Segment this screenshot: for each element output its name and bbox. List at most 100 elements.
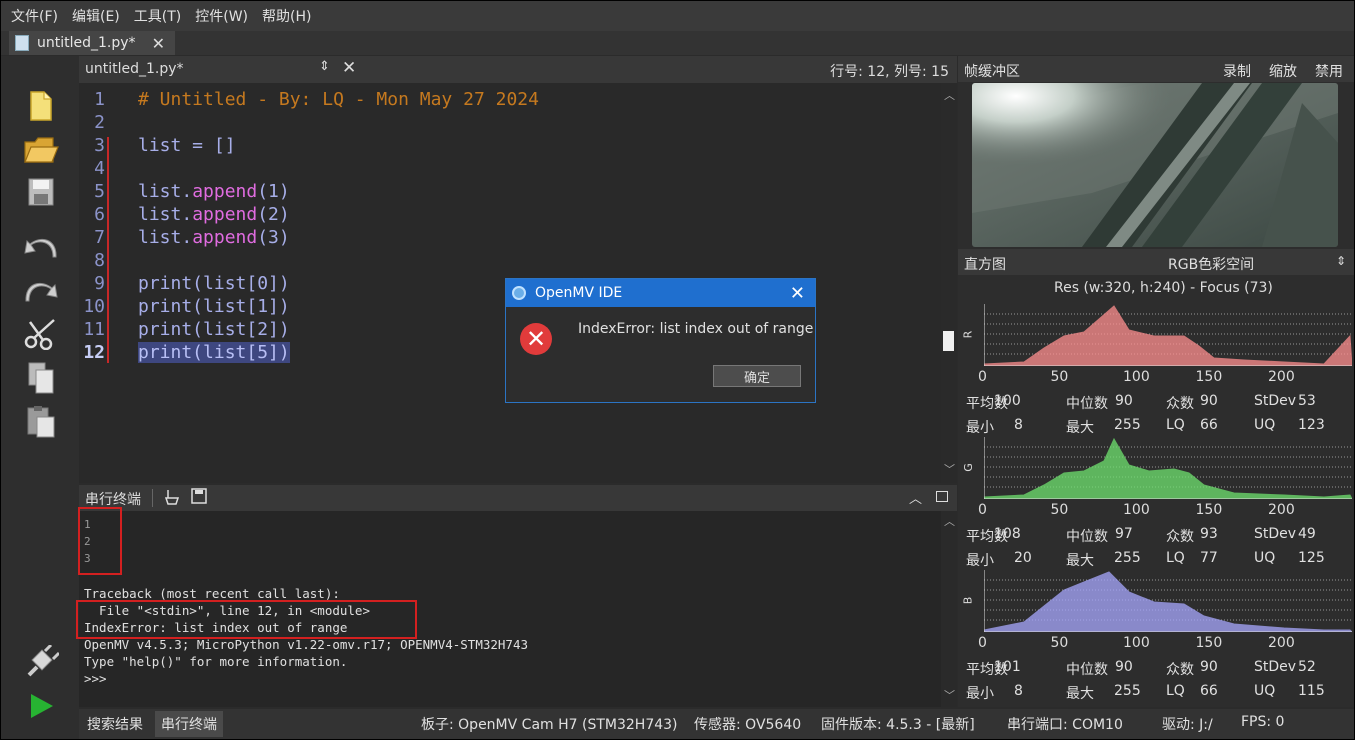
line-number: 5 [94, 181, 105, 202]
cut-button[interactable] [23, 316, 59, 352]
editor-filename[interactable]: untitled_1.py* [85, 61, 184, 77]
stat-max-label: 最大 [1066, 686, 1094, 702]
menu-edit[interactable]: 编辑(E) [72, 6, 120, 26]
copy-icon [28, 362, 54, 394]
save-log-icon[interactable] [191, 488, 207, 508]
line-number: 3 [94, 135, 105, 156]
histogram-plot [984, 437, 1352, 499]
stat-mode: 90 [1200, 659, 1218, 675]
scroll-down-icon[interactable]: ﹀ [944, 687, 955, 703]
dialog-close-icon[interactable]: ✕ [790, 283, 805, 304]
connect-button[interactable] [23, 644, 59, 680]
redo-button[interactable] [23, 272, 59, 308]
new-file-icon [30, 91, 52, 121]
code-line-3: list = [] [138, 135, 236, 156]
error-icon: ✕ [520, 323, 552, 355]
axis-tick-label: 50 [1050, 502, 1069, 518]
new-file-button[interactable] [23, 88, 59, 124]
stat-stdev-label: StDev [1254, 659, 1297, 675]
tab-search-results[interactable]: 搜索结果 [81, 711, 149, 737]
undo-icon [24, 238, 57, 258]
code-token: (3) [257, 227, 290, 248]
axis-tick-label: 150 [1195, 502, 1223, 518]
float-terminal-icon[interactable] [936, 491, 948, 502]
code-line-10: print(list[1]) [138, 296, 290, 317]
scroll-up-icon[interactable]: ︿ [944, 513, 955, 529]
disable-button[interactable]: 禁用 [1315, 61, 1343, 81]
file-switch-icon[interactable]: ⇕ [319, 59, 330, 74]
stat-median-label: 中位数 [1066, 529, 1108, 545]
code-line-12-selected: print(list[5]) [138, 342, 290, 363]
dialog-title: OpenMV IDE [535, 285, 623, 301]
menu-tools[interactable]: 工具(T) [134, 6, 181, 26]
axis-tick-label: 0 [978, 635, 987, 651]
highlight-box [76, 600, 417, 639]
dialog-message: IndexError: list index out of range [578, 321, 814, 337]
dialog-titlebar: OpenMV IDE ✕ [506, 279, 815, 307]
frame-buffer-image [972, 83, 1338, 247]
axis-tick-label: 150 [1195, 369, 1223, 385]
menu-widgets[interactable]: 控件(W) [195, 6, 248, 26]
serial-terminal-header: 串行终端 ︿ [79, 485, 957, 511]
histogram-b: B 0 50 100 150 200 平均数 101 中位数 90 众数 90 StDev 52 最小 8 最大… [958, 562, 1354, 702]
scroll-down-icon[interactable]: ﹀ [944, 461, 955, 477]
clear-terminal-icon[interactable] [164, 488, 180, 510]
axis-tick-label: 100 [1123, 635, 1150, 651]
line-number: 11 [83, 319, 105, 340]
divider [152, 489, 153, 507]
channel-label: G [961, 463, 975, 472]
line-number: 8 [94, 250, 105, 271]
maximize-terminal-icon[interactable]: ︿ [909, 488, 922, 507]
histogram-header: 直方图 RGB色彩空间 ⇕ [958, 249, 1354, 275]
stat-median: 90 [1115, 659, 1133, 675]
undo-button[interactable] [23, 228, 59, 264]
stat-mode-label: 众数 [1166, 396, 1194, 412]
save-button[interactable] [23, 174, 59, 210]
menu-help[interactable]: 帮助(H) [262, 6, 311, 26]
board-info: 板子: OpenMV Cam H7 (STM32H743) [421, 717, 678, 733]
stat-mean: 108 [994, 526, 1021, 542]
stat-stdev: 49 [1298, 526, 1316, 542]
paste-icon [27, 406, 55, 438]
record-button[interactable]: 录制 [1223, 61, 1251, 81]
cursor-position: 行号: 12, 列号: 15 [830, 64, 949, 80]
plug-icon [27, 645, 59, 677]
run-button[interactable] [23, 688, 59, 724]
channel-label: B [961, 596, 975, 605]
highlight-box [78, 507, 122, 575]
zoom-button[interactable]: 缩放 [1269, 61, 1297, 81]
scrollbar-thumb[interactable] [943, 331, 954, 351]
stat-mode-label: 众数 [1166, 662, 1194, 678]
axis-tick-label: 200 [1268, 502, 1295, 518]
stat-stdev-label: StDev [1254, 393, 1297, 409]
tab-serial-terminal[interactable]: 串行终端 [155, 711, 223, 737]
play-icon [31, 694, 53, 718]
close-editor-icon[interactable]: ✕ [342, 58, 356, 78]
code-line-11: print(list[2]) [138, 319, 290, 340]
file-tab[interactable]: untitled_1.py* ✕ [9, 31, 175, 55]
code-token-method: append [192, 227, 258, 248]
stat-lq-label: LQ [1166, 683, 1185, 699]
paste-button[interactable] [23, 404, 59, 440]
code-token: list. [138, 204, 193, 225]
resolution-info: Res (w:320, h:240) - Focus (73) [1054, 280, 1273, 296]
terminal-scrollbar[interactable]: ︿ ﹀ [941, 511, 957, 707]
stat-uq: 115 [1298, 683, 1325, 699]
menu-file[interactable]: 文件(F) [11, 6, 58, 26]
firmware-info[interactable]: 固件版本: 4.5.3 - [最新] [821, 714, 975, 734]
drive-info: 驱动: J:/ [1162, 717, 1213, 733]
copy-button[interactable] [23, 360, 59, 396]
histogram-r: R 0 50 100 150 200 平均数 100 中位数 90 众数 90 StDev 53 最小 8 最大… [958, 296, 1354, 436]
select-arrows-icon[interactable]: ⇕ [1336, 254, 1346, 268]
histogram-g: G 0 50 100 150 200 平均数 108 中位数 97 众数 93 StDev 49 最小 20 最… [958, 429, 1354, 569]
editor-scrollbar[interactable]: ︿ ﹀ [941, 83, 957, 483]
right-panel: 帧缓冲区 录制 缩放 禁用 直方图 RGB色彩空间 ⇕ Res (w:320, … [958, 56, 1354, 707]
scroll-up-icon[interactable]: ︿ [944, 87, 955, 103]
colorspace-select[interactable]: RGB色彩空间 [1168, 254, 1254, 274]
open-file-button[interactable] [23, 132, 59, 168]
ok-button[interactable]: 确定 [713, 365, 801, 387]
sensor-info: 传感器: OV5640 [694, 717, 802, 733]
close-tab-icon[interactable]: ✕ [152, 34, 165, 53]
serial-terminal[interactable]: 1 2 3 Traceback (most recent call last):… [76, 507, 941, 707]
axis-tick-label: 0 [978, 502, 987, 518]
